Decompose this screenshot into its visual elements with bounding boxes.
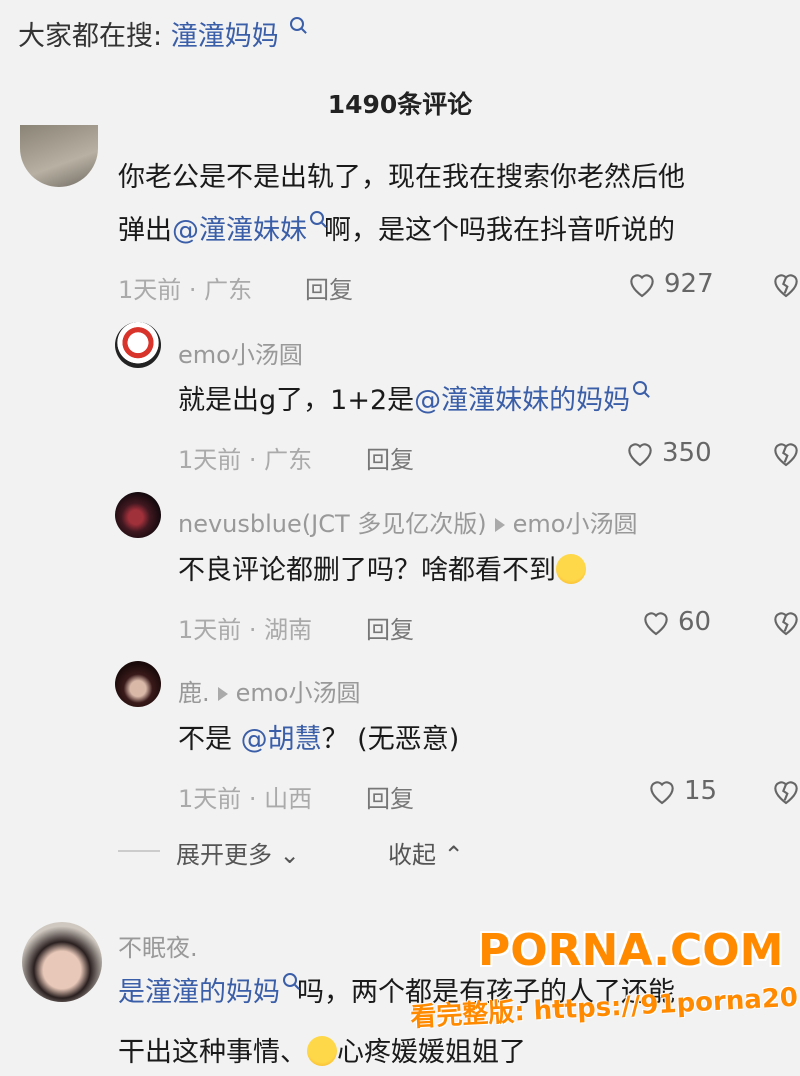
like-button[interactable]: 60 [640,606,711,638]
text-segment: ？ (无恶意) [321,724,460,755]
username[interactable]: emo小汤圆 [178,335,303,370]
heart-icon [650,781,674,805]
mention-link[interactable]: 是潼潼的妈妈 [118,977,280,1008]
text-segment: 弹出 [118,215,172,246]
crying-emoji-icon [307,1035,337,1066]
heart-icon [628,443,652,467]
search-icon [310,211,324,225]
username[interactable]: 鹿. [178,679,210,707]
dislike-icon[interactable] [770,268,800,300]
laughing-emoji-icon [556,553,586,584]
reply-to-user[interactable]: emo小汤圆 [513,510,638,538]
heart-icon [630,274,654,298]
reply-button[interactable]: 回复 [366,779,414,814]
text-segment: 不良评论都删了吗？啥都看不到 [178,555,556,586]
username[interactable]: 不眠夜. [118,928,198,963]
expand-label: 展开更多 [176,841,272,869]
reply-meta: 1天前 · 广东 [178,446,313,474]
dislike-icon[interactable] [770,606,800,638]
avatar[interactable] [20,125,98,187]
collapse-label: 收起 [388,841,436,869]
search-icon [290,17,305,31]
like-count: 927 [664,269,714,299]
reply-text: 不是 @胡慧？ (无恶意) [178,717,459,762]
reply-meta: 1天前 · 湖南 [178,616,313,644]
comment-count: 1490条评论 [327,90,473,119]
avatar[interactable] [115,322,161,368]
heart-icon [644,612,668,636]
like-count: 15 [684,776,718,806]
chevron-down-icon: ⌄ [279,841,300,869]
reply-meta: 1天前 · 山西 [178,785,313,813]
dislike-icon[interactable] [770,775,800,807]
username-line: nevusblue(JCT 多见亿次版) emo小汤圆 [178,504,637,539]
like-button[interactable]: 15 [646,775,717,807]
search-icon [283,973,297,987]
dislike-icon[interactable] [770,437,800,469]
reply-button[interactable]: 回复 [305,270,353,305]
reply-to-user[interactable]: emo小汤圆 [236,679,361,707]
reply-button[interactable]: 回复 [366,610,414,645]
text-segment: 心疼媛媛姐姐了 [337,1037,526,1068]
search-icon [633,381,648,395]
divider [118,850,160,852]
chevron-up-icon: ⌃ [443,841,464,869]
mention-link[interactable]: @潼潼妹妹的妈妈 [414,385,630,416]
comment-text-line1: 你老公是不是出轨了，现在我在搜索你老然后他 [118,162,685,193]
like-button[interactable]: 350 [624,437,712,469]
text-segment: 干出这种事情、 [118,1037,307,1068]
avatar[interactable] [115,661,161,707]
comment-meta: 1天前 · 广东 [118,276,253,304]
reply-text: 就是出g了，1+2是@潼潼妹妹的妈妈 [178,378,648,423]
expand-more-button[interactable]: 展开更多 ⌄ [176,835,300,870]
username[interactable]: nevusblue(JCT 多见亿次版) [178,510,487,538]
comment-text-line2: 弹出@潼潼妹妹 啊，是这个吗我在抖音听说的 [118,208,675,253]
search-prefix: 大家都在搜: [18,21,163,52]
mention-link[interactable]: @胡慧 [241,724,322,755]
mention-link[interactable]: @潼潼妹妹 [172,215,307,246]
text-segment: 啊，是这个吗我在抖音听说的 [324,215,675,246]
search-term-link[interactable]: 潼潼妈妈 [171,21,279,52]
text-segment: 不是 [178,724,241,755]
reply-arrow-icon [217,687,228,701]
watermark-brand: PORNA.COM [478,925,784,976]
search-suggestion[interactable]: 大家都在搜: 潼潼妈妈 [18,14,305,53]
avatar[interactable] [115,492,161,538]
like-count: 60 [678,607,712,637]
reply-button[interactable]: 回复 [366,440,414,475]
avatar[interactable] [22,922,102,1002]
like-button[interactable]: 927 [626,268,714,300]
like-count: 350 [662,438,712,468]
text-segment: 就是出g了，1+2是 [178,385,415,416]
comment-text-line2: 干出这种事情、 心疼媛媛姐姐了 [118,1030,526,1075]
reply-text: 不良评论都删了吗？啥都看不到 [178,548,586,593]
reply-arrow-icon [494,518,505,532]
collapse-button[interactable]: 收起 ⌃ [388,835,464,870]
username-line: 鹿. emo小汤圆 [178,673,360,708]
